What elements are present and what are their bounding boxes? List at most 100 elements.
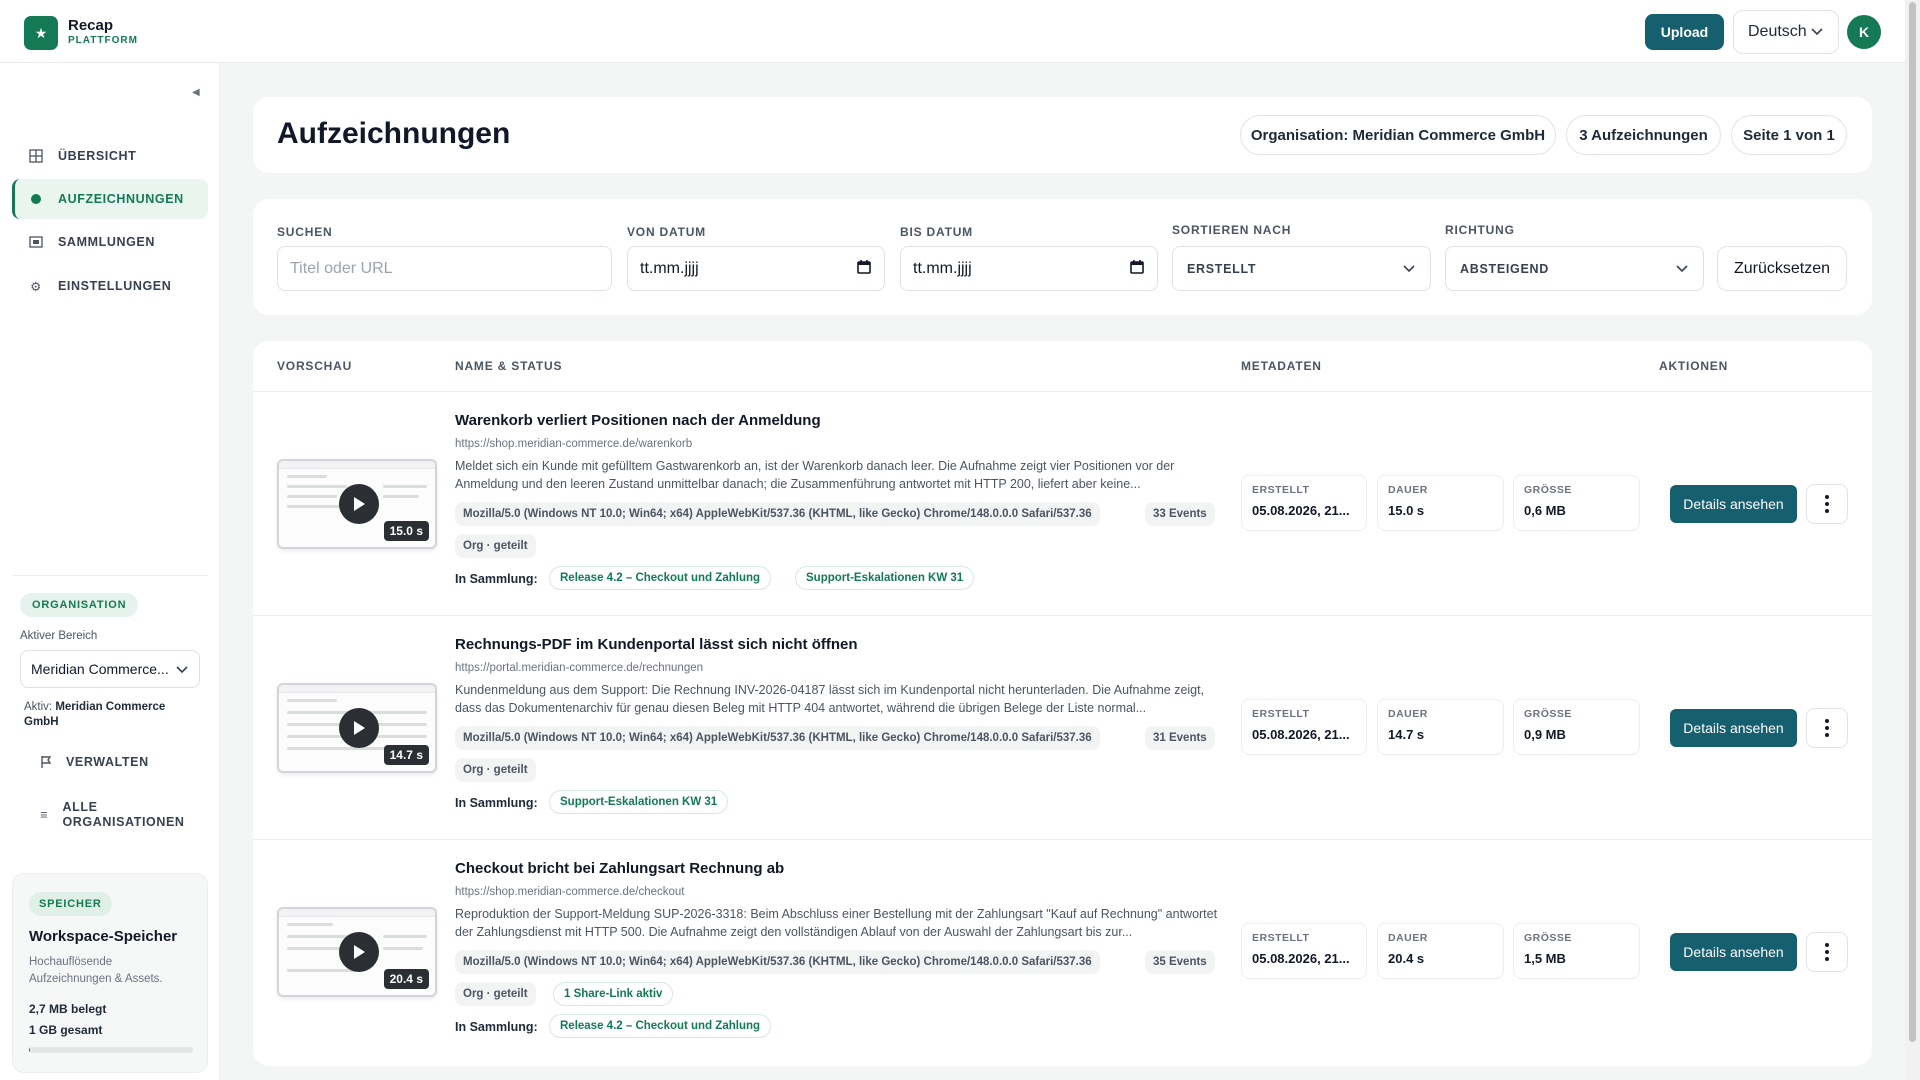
meta-created-label: ERSTELLT	[1252, 708, 1310, 720]
sidebar-item-overview[interactable]: ÜBERSICHT	[12, 136, 208, 176]
meta-size-label: GRÖSSE	[1524, 484, 1572, 496]
kebab-menu-icon	[1825, 943, 1829, 961]
more-options-button[interactable]	[1806, 708, 1848, 748]
recording-description: Meldet sich ein Kunde mit gefülltem Gast…	[455, 459, 1175, 491]
thumbnail-line	[383, 935, 427, 938]
events-count-tag: 33 Events	[1145, 502, 1215, 526]
collapse-sidebar-icon[interactable]: ◀	[192, 87, 200, 98]
sidebar-item-label: AUFZEICHNUNGEN	[58, 192, 184, 206]
meta-size: GRÖSSE 0,9 MB	[1513, 699, 1640, 755]
from-date-value: tt.mm.jjjj	[640, 259, 699, 277]
column-header-name: NAME & STATUS	[455, 359, 563, 373]
meta-duration: DAUER 15.0 s	[1377, 475, 1504, 531]
sidebar: ◀ ÜBERSICHT AUFZEICHNUNGEN SAMMLUNGEN ⚙ …	[0, 63, 220, 1080]
organisation-select[interactable]: Meridian Commerce...	[20, 650, 200, 688]
duration-badge: 14.7 s	[383, 745, 429, 765]
more-options-button[interactable]	[1806, 484, 1848, 524]
collection-icon	[28, 236, 44, 248]
collection-tag[interactable]: Support-Eskalationen KW 31	[795, 566, 975, 590]
details-button[interactable]: Details ansehen	[1670, 933, 1797, 971]
recording-preview-thumbnail[interactable]: 15.0 s	[277, 459, 437, 549]
thumbnail-line	[383, 495, 419, 498]
upload-button[interactable]: Upload	[1645, 14, 1724, 50]
chevron-down-icon	[1676, 265, 1688, 273]
chevron-down-icon	[176, 666, 188, 674]
to-date-value: tt.mm.jjjj	[913, 259, 972, 277]
sidebar-item-recordings[interactable]: AUFZEICHNUNGEN	[12, 179, 208, 219]
app-name: Recap	[68, 17, 114, 34]
logo-star-icon[interactable]: ★	[24, 16, 58, 50]
user-agent-tag: Mozilla/5.0 (Windows NT 10.0; Win64; x64…	[455, 726, 1100, 750]
calendar-icon[interactable]	[1129, 259, 1145, 275]
recording-preview-thumbnail[interactable]: 14.7 s	[277, 683, 437, 773]
page-scrollbar[interactable]	[1905, 0, 1920, 1080]
meta-duration-label: DAUER	[1388, 708, 1428, 720]
thumbnail-line	[383, 485, 427, 488]
recording-description: Reproduktion der Support-Meldung SUP-202…	[455, 907, 1218, 939]
reset-filters-button[interactable]: Zurücksetzen	[1717, 246, 1847, 291]
more-options-button[interactable]	[1806, 932, 1848, 972]
scrollbar-thumb[interactable]	[1909, 2, 1916, 1042]
meta-duration-label: DAUER	[1388, 484, 1428, 496]
app-subtitle: PLATTFORM	[68, 35, 138, 46]
thumbnail-line	[287, 969, 357, 972]
recording-title[interactable]: Warenkorb verliert Positionen nach der A…	[455, 412, 821, 429]
thumbnail-topbar	[279, 909, 435, 917]
meta-duration-label: DAUER	[1388, 932, 1428, 944]
sort-select[interactable]: ERSTELLT	[1172, 246, 1431, 291]
storage-progress-bar	[29, 1047, 193, 1053]
details-button[interactable]: Details ansehen	[1670, 709, 1797, 747]
thumbnail-topbar	[279, 461, 435, 469]
all-organisations-link[interactable]: ≡ ALLE ORGANISATIONEN	[38, 800, 188, 830]
collection-tag[interactable]: Support-Eskalationen KW 31	[549, 790, 729, 814]
to-date-input[interactable]: tt.mm.jjjj	[900, 246, 1158, 291]
in-collection-label: In Sammlung:	[455, 796, 538, 810]
manage-organisation-link[interactable]: VERWALTEN	[38, 755, 149, 769]
recording-title[interactable]: Rechnungs-PDF im Kundenportal lässt sich…	[455, 636, 858, 653]
page-header-card: Aufzeichnungen Organisation: Meridian Co…	[253, 97, 1872, 173]
from-date-label: VON DATUM	[627, 225, 706, 239]
meta-size: GRÖSSE 1,5 MB	[1513, 923, 1640, 979]
play-icon[interactable]	[339, 708, 379, 748]
kebab-menu-icon	[1825, 495, 1829, 513]
active-prefix: Aktiv:	[24, 701, 53, 713]
sidebar-item-label: ÜBERSICHT	[58, 149, 137, 163]
sidebar-item-collections[interactable]: SAMMLUNGEN	[12, 222, 208, 262]
kebab-menu-icon	[1825, 719, 1829, 737]
recording-url: https://portal.meridian-commerce.de/rech…	[455, 662, 704, 674]
to-date-label: BIS DATUM	[900, 225, 973, 239]
recording-count-chip: 3 Aufzeichnungen	[1566, 115, 1721, 155]
direction-select[interactable]: ABSTEIGEND	[1445, 246, 1704, 291]
chevron-down-icon	[1811, 28, 1823, 36]
language-select[interactable]: Deutsch	[1733, 10, 1839, 54]
sidebar-item-settings[interactable]: ⚙ EINSTELLUNGEN	[12, 266, 208, 306]
meta-size: GRÖSSE 0,6 MB	[1513, 475, 1640, 531]
recording-title[interactable]: Checkout bricht bei Zahlungsart Rechnung…	[455, 860, 784, 877]
user-avatar[interactable]: K	[1847, 15, 1881, 49]
play-icon[interactable]	[339, 932, 379, 972]
all-organisations-label: ALLE ORGANISATIONEN	[62, 800, 185, 829]
column-header-preview: VORSCHAU	[277, 359, 353, 373]
storage-description: Hochauflösende Aufzeichnungen & Assets.	[29, 956, 163, 985]
from-date-input[interactable]: tt.mm.jjjj	[627, 246, 885, 291]
gear-icon: ⚙	[30, 279, 42, 294]
organisation-badge: ORGANISATION	[20, 593, 139, 617]
table-row: 14.7 s Rechnungs-PDF im Kundenportal läs…	[253, 616, 1872, 840]
page-indicator-chip: Seite 1 von 1	[1731, 115, 1847, 155]
meta-duration-value: 20.4 s	[1388, 951, 1425, 966]
collection-tag[interactable]: Release 4.2 – Checkout und Zahlung	[549, 566, 772, 590]
thumbnail-line	[287, 485, 347, 488]
organisation-chip: Organisation: Meridian Commerce GmbH	[1240, 115, 1556, 155]
play-icon[interactable]	[339, 484, 379, 524]
search-label: SUCHEN	[277, 225, 333, 239]
collection-tag[interactable]: Release 4.2 – Checkout und Zahlung	[549, 1014, 772, 1038]
recording-preview-thumbnail[interactable]: 20.4 s	[277, 907, 437, 997]
calendar-icon[interactable]	[856, 259, 872, 275]
meta-created-label: ERSTELLT	[1252, 932, 1310, 944]
meta-created-label: ERSTELLT	[1252, 484, 1310, 496]
table-row: 15.0 s Warenkorb verliert Positionen nac…	[253, 392, 1872, 616]
storage-used: 2,7 MB belegt	[29, 1002, 107, 1016]
search-input[interactable]: Titel oder URL	[277, 246, 612, 291]
details-button[interactable]: Details ansehen	[1670, 485, 1797, 523]
in-collection-label: In Sammlung:	[455, 572, 538, 586]
